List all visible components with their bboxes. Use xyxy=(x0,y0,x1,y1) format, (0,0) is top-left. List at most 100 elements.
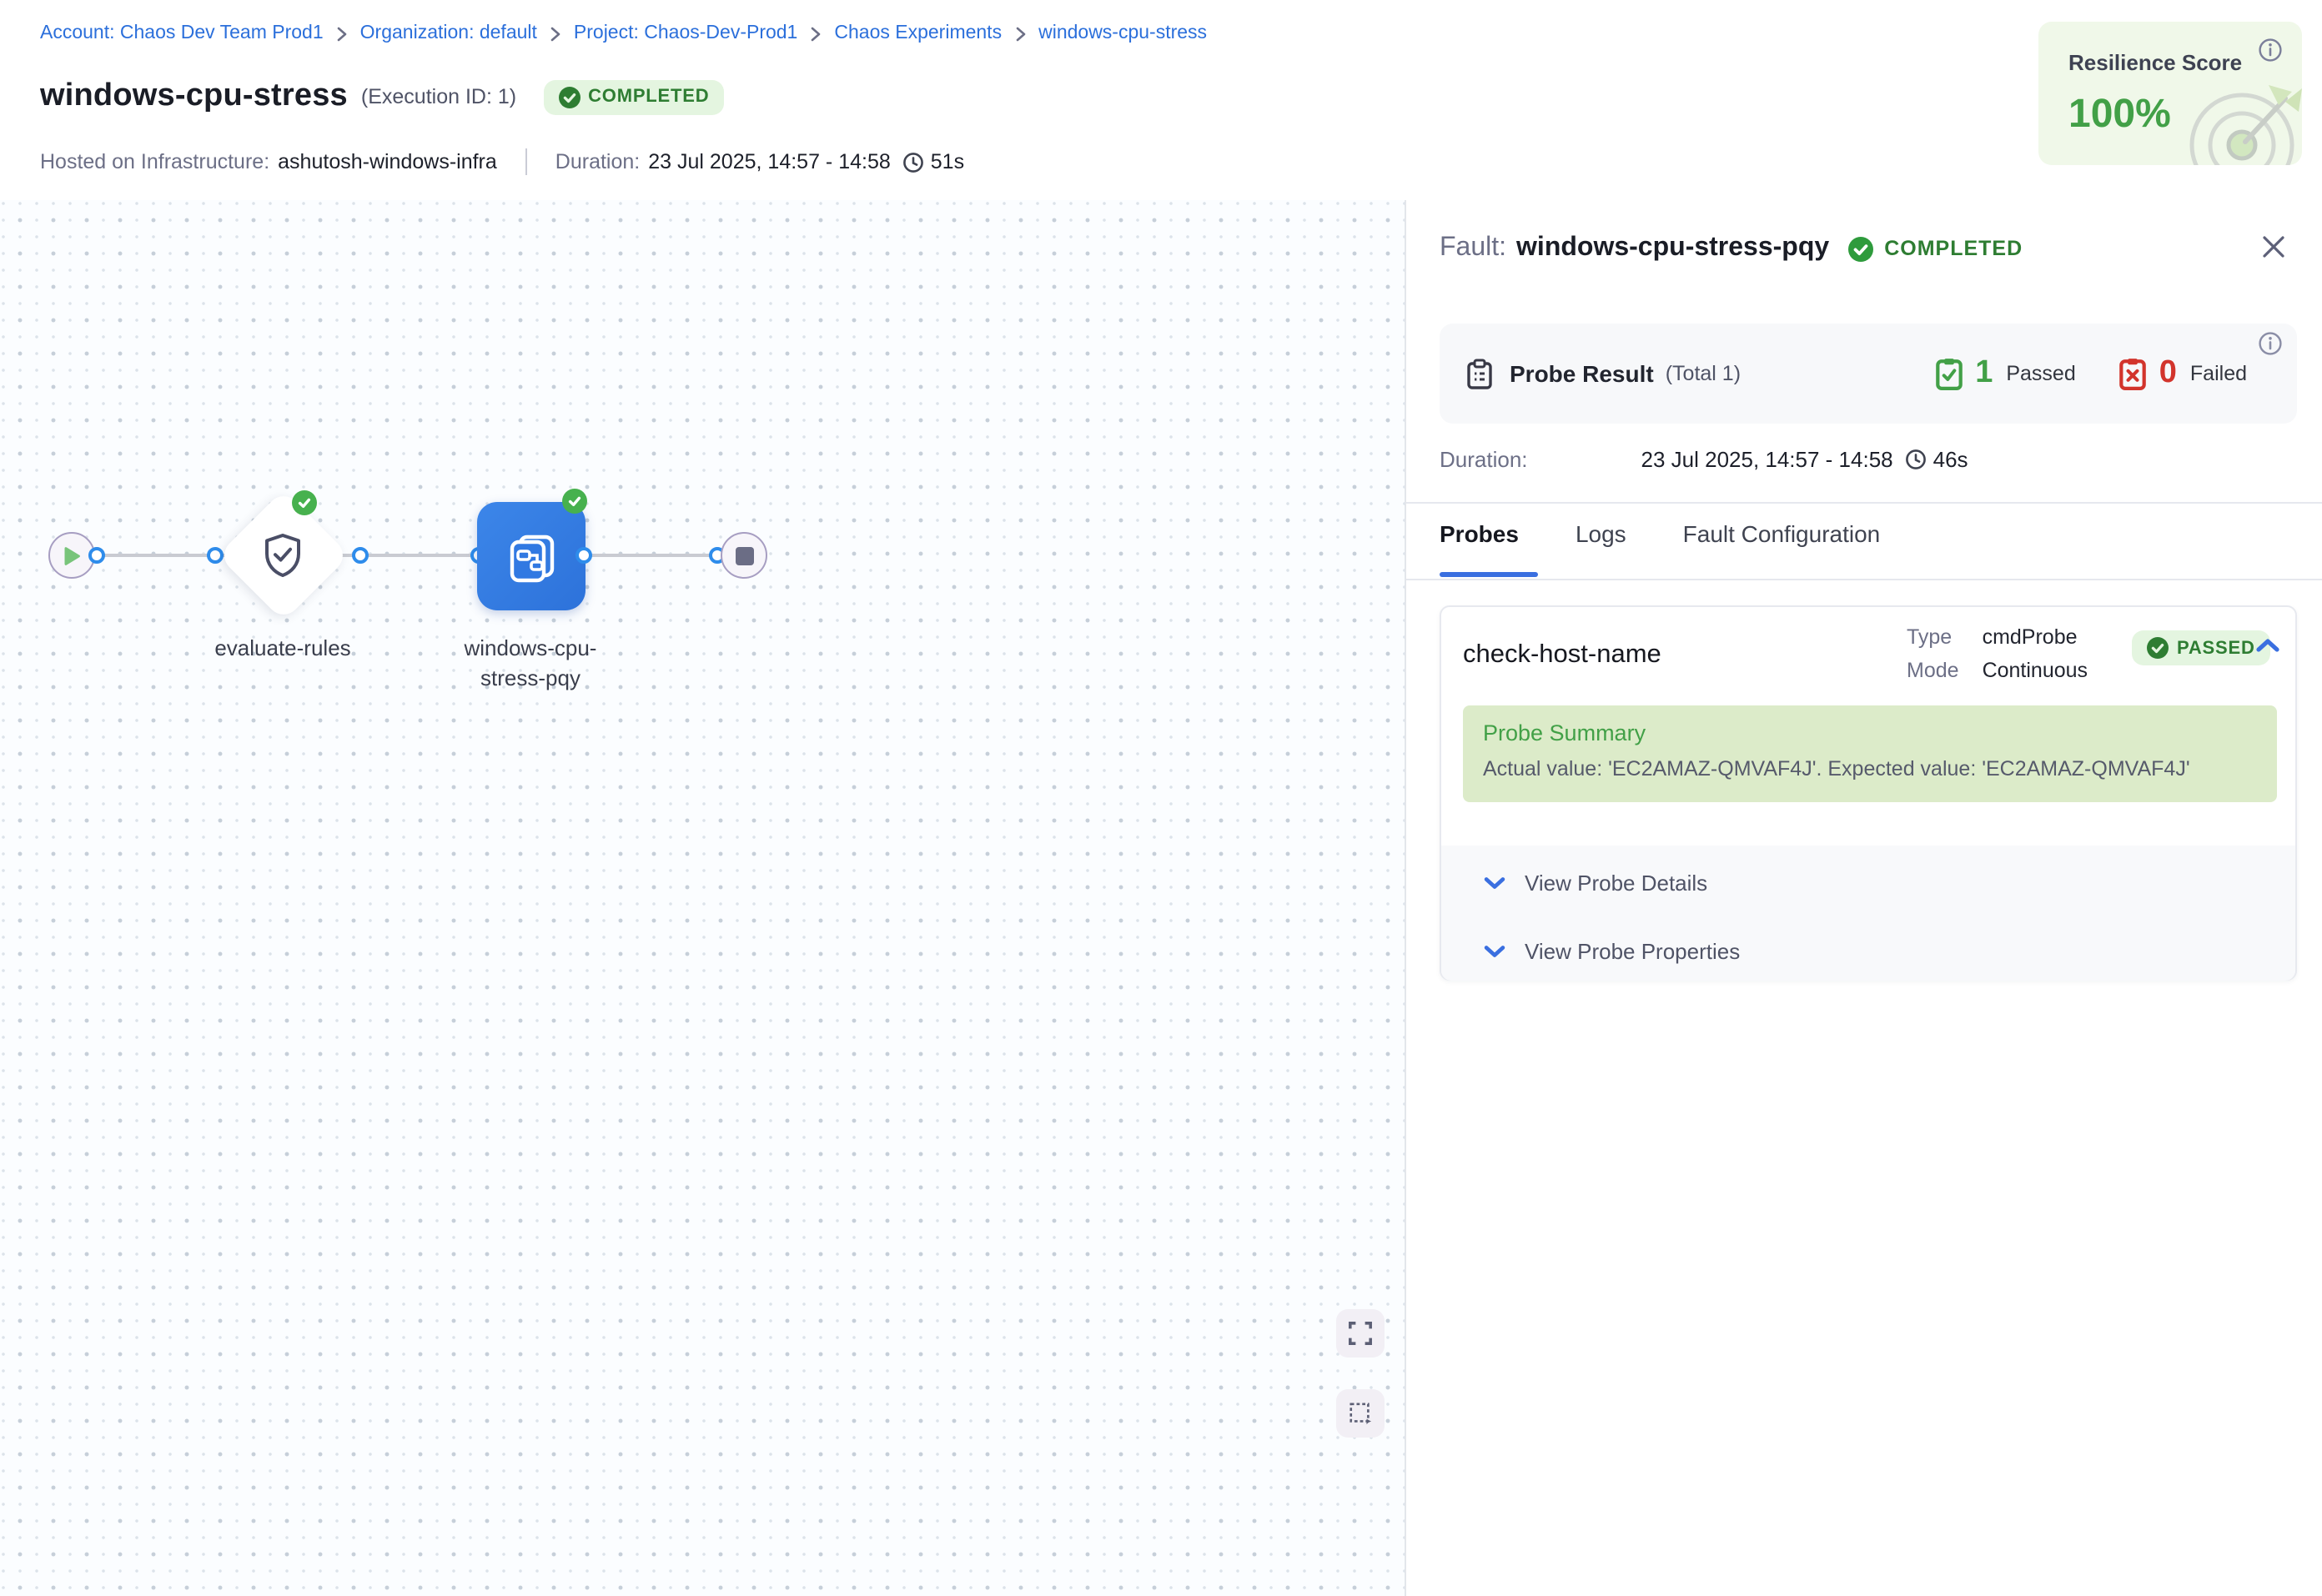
info-icon[interactable] xyxy=(2259,332,2282,355)
infra-label: Hosted on Infrastructure: xyxy=(40,150,269,173)
chaos-fault-icon xyxy=(503,528,560,585)
fullscreen-icon xyxy=(1348,1321,1373,1346)
fault-label: Fault: xyxy=(1440,233,1506,263)
shield-check-icon xyxy=(262,532,304,579)
chevron-right-icon xyxy=(335,26,349,41)
fault-details-panel: Fault: windows-cpu-stress-pqy COMPLETED … xyxy=(1405,200,2322,1596)
failed-label: Failed xyxy=(2190,362,2247,385)
success-check-badge xyxy=(292,489,317,514)
pipeline-end-node[interactable] xyxy=(721,532,767,579)
probe-summary-box: Probe Summary Actual value: 'EC2AMAZ-QMV… xyxy=(1463,705,2277,801)
title-row: windows-cpu-stress (Execution ID: 1) COM… xyxy=(40,78,724,115)
connector-port[interactable] xyxy=(352,547,369,564)
view-probe-details-toggle[interactable]: View Probe Details xyxy=(1441,851,2295,914)
execution-id: (Execution ID: 1) xyxy=(361,85,516,108)
vertical-divider xyxy=(525,148,527,175)
breadcrumb-account[interactable]: Account: Chaos Dev Team Prod1 xyxy=(40,23,324,43)
marquee-select-icon xyxy=(1348,1401,1373,1426)
tab-probes[interactable]: Probes xyxy=(1440,520,1519,570)
duration-label: Duration: xyxy=(1440,447,1528,472)
passed-label: Passed xyxy=(2006,362,2075,385)
probe-result-summary-card: Probe Result (Total 1) 1 Passed 0 Failed xyxy=(1440,324,2297,424)
duration-value: 23 Jul 2025, 14:57 - 14:58 xyxy=(1641,447,1893,472)
probe-result-title: Probe Result xyxy=(1510,360,1654,387)
status-badge: COMPLETED xyxy=(543,79,724,114)
windows-cpu-stress-fault-node[interactable] xyxy=(477,502,586,610)
node-label-evaluate-rules: evaluate-rules xyxy=(183,634,383,664)
check-circle-icon xyxy=(2147,637,2169,659)
chevron-right-icon xyxy=(1013,26,1027,41)
probe-summary-text: Actual value: 'EC2AMAZ-QMVAF4J'. Expecte… xyxy=(1483,756,2257,780)
clock-icon xyxy=(1905,449,1927,470)
panel-tabs: Probes Logs Fault Configuration xyxy=(1440,520,1880,570)
probe-type-label: Type xyxy=(1907,620,1959,654)
probe-status-label: PASSED xyxy=(2177,638,2255,658)
breadcrumb-current[interactable]: windows-cpu-stress xyxy=(1038,23,1207,43)
breadcrumb-chaos-experiments[interactable]: Chaos Experiments xyxy=(834,23,1002,43)
probe-status-badge: PASSED xyxy=(2132,630,2270,665)
app-window: Account: Chaos Dev Team Prod1 Organizati… xyxy=(0,0,2322,1596)
view-probe-details-label: View Probe Details xyxy=(1525,870,1707,895)
fault-duration-row: Duration: 23 Jul 2025, 14:57 - 14:58 46s xyxy=(1440,447,2297,472)
failed-count-group: 0 Failed xyxy=(2119,355,2247,392)
target-illustration-icon xyxy=(2182,65,2302,165)
info-icon[interactable] xyxy=(2259,38,2282,62)
probe-type-value: cmdProbe xyxy=(1983,620,2088,654)
probe-type-mode: Type cmdProbe Mode Continuous xyxy=(1907,620,2088,687)
fault-name: windows-cpu-stress-pqy xyxy=(1516,233,1829,263)
chevron-down-icon xyxy=(1483,875,1506,890)
breadcrumb-project[interactable]: Project: Chaos-Dev-Prod1 xyxy=(574,23,797,43)
pipeline-connector-line xyxy=(72,554,744,557)
probe-card: check-host-name Type cmdProbe Mode Conti… xyxy=(1440,605,2297,981)
chevron-up-icon[interactable] xyxy=(2255,637,2280,654)
success-check-badge xyxy=(561,489,586,514)
probe-mode-value: Continuous xyxy=(1983,654,2088,687)
play-icon xyxy=(62,545,82,566)
tab-fault-configuration[interactable]: Fault Configuration xyxy=(1683,520,1881,570)
view-probe-properties-label: View Probe Properties xyxy=(1525,938,1740,963)
probe-name: check-host-name xyxy=(1463,640,1661,670)
resilience-score-label: Resilience Score xyxy=(2068,50,2242,75)
page-header: Account: Chaos Dev Team Prod1 Organizati… xyxy=(0,0,2322,200)
chevron-right-icon xyxy=(549,26,562,41)
experiment-meta: Hosted on Infrastructure: ashutosh-windo… xyxy=(40,148,964,175)
clipboard-check-icon xyxy=(1935,357,1963,390)
probe-summary-title: Probe Summary xyxy=(1483,720,2257,745)
duration-seconds: 46s xyxy=(1933,447,1968,472)
probe-card-header[interactable]: check-host-name Type cmdProbe Mode Conti… xyxy=(1441,607,2295,704)
passed-count: 1 xyxy=(1975,355,1993,392)
divider xyxy=(1406,502,2322,504)
stop-icon xyxy=(735,546,753,565)
fault-status: COMPLETED xyxy=(1884,237,2023,260)
clipboard-x-icon xyxy=(2119,357,2148,390)
clock-icon xyxy=(902,151,924,173)
tab-logs[interactable]: Logs xyxy=(1576,520,1626,570)
check-circle-icon xyxy=(558,86,580,108)
status-badge-label: COMPLETED xyxy=(588,87,709,107)
probe-expand-links: View Probe Details View Probe Properties xyxy=(1441,846,2295,981)
check-circle-icon xyxy=(1847,236,1872,261)
connector-port[interactable] xyxy=(575,547,592,564)
breadcrumb: Account: Chaos Dev Team Prod1 Organizati… xyxy=(40,23,1207,43)
chevron-right-icon xyxy=(809,26,822,41)
active-tab-indicator xyxy=(1440,571,1538,577)
view-probe-properties-toggle[interactable]: View Probe Properties xyxy=(1441,919,2295,982)
duration-seconds: 51s xyxy=(931,150,964,173)
close-icon[interactable] xyxy=(2260,233,2287,260)
connector-port[interactable] xyxy=(206,547,223,564)
fullscreen-button[interactable] xyxy=(1336,1309,1385,1358)
duration-value: 23 Jul 2025, 14:57 - 14:58 xyxy=(648,150,891,173)
resilience-score-card: Resilience Score 100% xyxy=(2038,22,2302,165)
node-label-fault: windows-cpu-stress-pqy xyxy=(450,634,611,694)
clipboard-icon xyxy=(1466,358,1493,389)
resilience-score-value: 100% xyxy=(2068,92,2171,138)
selection-mode-button[interactable] xyxy=(1336,1389,1385,1438)
divider xyxy=(1406,579,2322,580)
infra-value: ashutosh-windows-infra xyxy=(278,150,497,173)
pipeline-canvas[interactable]: evaluate-rules windows-cpu-stress-pqy xyxy=(0,200,1405,1596)
connector-port[interactable] xyxy=(88,547,105,564)
passed-count-group: 1 Passed xyxy=(1935,355,2076,392)
page-title: windows-cpu-stress xyxy=(40,78,348,115)
breadcrumb-organization[interactable]: Organization: default xyxy=(360,23,537,43)
failed-count: 0 xyxy=(2159,355,2177,392)
